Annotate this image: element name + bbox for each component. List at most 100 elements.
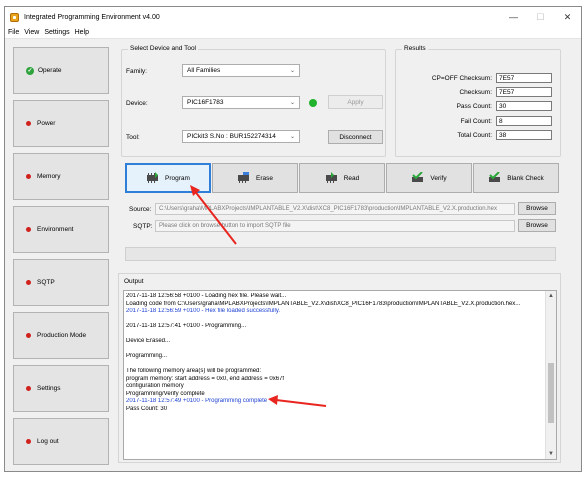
family-select[interactable]: All Families ⌄: [182, 64, 300, 77]
window-title: Integrated Programming Environment v4.00: [24, 13, 160, 21]
nav-label: Log out: [37, 438, 59, 445]
output-line: 2017-11-18 12:56:58 +0100 - Loading hex …: [126, 293, 287, 299]
blank-check-label: Blank Check: [507, 174, 544, 182]
output-line: 2017-11-18 12:57:41 +0100 - Programming.…: [126, 323, 247, 329]
output-line: Pass Count: 30: [126, 405, 168, 412]
result-label: Checksum:: [459, 88, 492, 96]
maximize-button[interactable]: ☐: [527, 7, 554, 27]
nav-label: Settings: [37, 385, 61, 392]
result-row-fail-count: Fail Count: 8: [412, 116, 552, 126]
nav-operate-button[interactable]: ✓ Operate: [13, 47, 109, 94]
result-label: Total Count:: [457, 131, 492, 139]
nav-logout-button[interactable]: Log out: [13, 418, 109, 465]
read-label: Read: [343, 174, 360, 182]
nav-production-mode-button[interactable]: Production Mode: [13, 312, 109, 359]
sidebar-nav: ✓ Operate Power Memory Environment SQTP …: [13, 43, 109, 467]
sqtp-label: SQTP:: [133, 223, 153, 230]
nav-label: Operate: [38, 67, 62, 74]
group-title: Results: [402, 45, 428, 52]
progress-bar: [125, 247, 556, 261]
verify-button[interactable]: Verify: [386, 163, 472, 193]
app-logo-icon: [10, 12, 19, 22]
nav-environment-button[interactable]: Environment: [13, 206, 109, 253]
connection-status-icon: [309, 99, 317, 107]
result-row-total-count: Total Count: 38: [412, 130, 552, 140]
output-line: program memory: start address = 0x0, end…: [126, 375, 285, 382]
group-title: Select Device and Tool: [128, 45, 199, 52]
nav-label: Memory: [37, 173, 61, 180]
sqtp-path-field[interactable]: Please click on browse button to import …: [155, 220, 515, 232]
output-line: Loading code from C:\Users\graha\MPLABXP…: [126, 300, 521, 307]
device-select[interactable]: PIC16F1783 ⌄: [182, 96, 300, 109]
family-value: All Families: [187, 67, 221, 74]
erase-icon: [238, 172, 249, 183]
nav-label: SQTP: [37, 279, 55, 286]
status-dot-icon: [26, 386, 31, 391]
chevron-down-icon: ⌄: [289, 134, 295, 140]
status-dot-icon: [26, 121, 31, 126]
result-row-cp-off-checksum: CP=OFF Checksum: 7E57: [412, 73, 552, 83]
menu-bar: File View Settings Help: [5, 27, 581, 39]
program-icon: [147, 172, 159, 183]
nav-memory-button[interactable]: Memory: [13, 153, 109, 200]
source-label: Source:: [129, 206, 152, 213]
source-browse-button[interactable]: Browse: [518, 202, 556, 215]
select-device-group: Select Device and Tool Family: All Famil…: [121, 45, 386, 157]
status-dot-icon: [26, 439, 31, 444]
output-line: configuration memory: [126, 383, 184, 389]
tool-select[interactable]: PICkit3 S.No : BUR152274314 ⌄: [182, 130, 300, 143]
result-value: 8: [496, 116, 552, 126]
sqtp-browse-button[interactable]: Browse: [518, 219, 556, 232]
status-dot-icon: [26, 227, 31, 232]
nav-power-button[interactable]: Power: [13, 100, 109, 147]
read-icon: [325, 172, 337, 183]
result-value: 30: [496, 101, 552, 111]
output-line: Programming...: [126, 353, 168, 359]
status-dot-icon: [26, 174, 31, 179]
nav-sqtp-button[interactable]: SQTP: [13, 259, 109, 306]
menu-view[interactable]: View: [24, 29, 39, 36]
output-line: Programming/Verify complete: [126, 390, 205, 397]
minimize-button[interactable]: —: [500, 7, 527, 27]
window-controls: — ☐ ✕: [500, 7, 581, 27]
tool-value: PICkit3 S.No : BUR152274314: [187, 133, 276, 140]
output-title: Output: [124, 278, 144, 285]
menu-file[interactable]: File: [8, 29, 19, 36]
output-log[interactable]: 2017-11-18 12:56:58 +0100 - Loading hex …: [123, 290, 557, 460]
result-label: Pass Count:: [456, 102, 492, 110]
app-window: Integrated Programming Environment v4.00…: [4, 6, 582, 472]
output-scrollbar[interactable]: ▲ ▼: [545, 291, 556, 459]
source-path-field[interactable]: C:\Users\graha\MPLABXProjects\IMPLANTABL…: [155, 203, 515, 215]
menu-help[interactable]: Help: [75, 29, 89, 36]
result-value: 7E57: [496, 73, 552, 83]
output-group: Output 2017-11-18 12:56:58 +0100 - Loadi…: [118, 273, 561, 463]
result-row-pass-count: Pass Count: 30: [412, 101, 552, 111]
scroll-thumb[interactable]: [548, 363, 554, 423]
read-button[interactable]: Read: [299, 163, 385, 193]
verify-label: Verify: [430, 174, 447, 182]
menu-settings[interactable]: Settings: [44, 29, 69, 36]
disconnect-button[interactable]: Disconnect: [328, 130, 383, 144]
scroll-up-icon[interactable]: ▲: [548, 293, 554, 299]
blank-check-button[interactable]: Blank Check: [473, 163, 559, 193]
output-line: The following memory area(s) will be pro…: [126, 368, 262, 374]
erase-label: Erase: [256, 174, 273, 182]
output-line: 2017-11-18 12:57:49 +0100 - Programming …: [126, 398, 268, 404]
program-label: Program: [165, 174, 190, 182]
result-label: CP=OFF Checksum:: [431, 74, 492, 82]
nav-label: Power: [37, 120, 56, 127]
tool-label: Tool:: [126, 134, 140, 141]
scroll-down-icon[interactable]: ▼: [548, 451, 554, 457]
close-button[interactable]: ✕: [554, 7, 581, 27]
result-value: 7E57: [496, 87, 552, 97]
program-button[interactable]: Program: [125, 163, 211, 193]
erase-button[interactable]: Erase: [212, 163, 298, 193]
status-dot-icon: [26, 333, 31, 338]
chevron-down-icon: ⌄: [289, 68, 295, 74]
apply-button[interactable]: Apply: [328, 95, 383, 109]
nav-settings-button[interactable]: Settings: [13, 365, 109, 412]
